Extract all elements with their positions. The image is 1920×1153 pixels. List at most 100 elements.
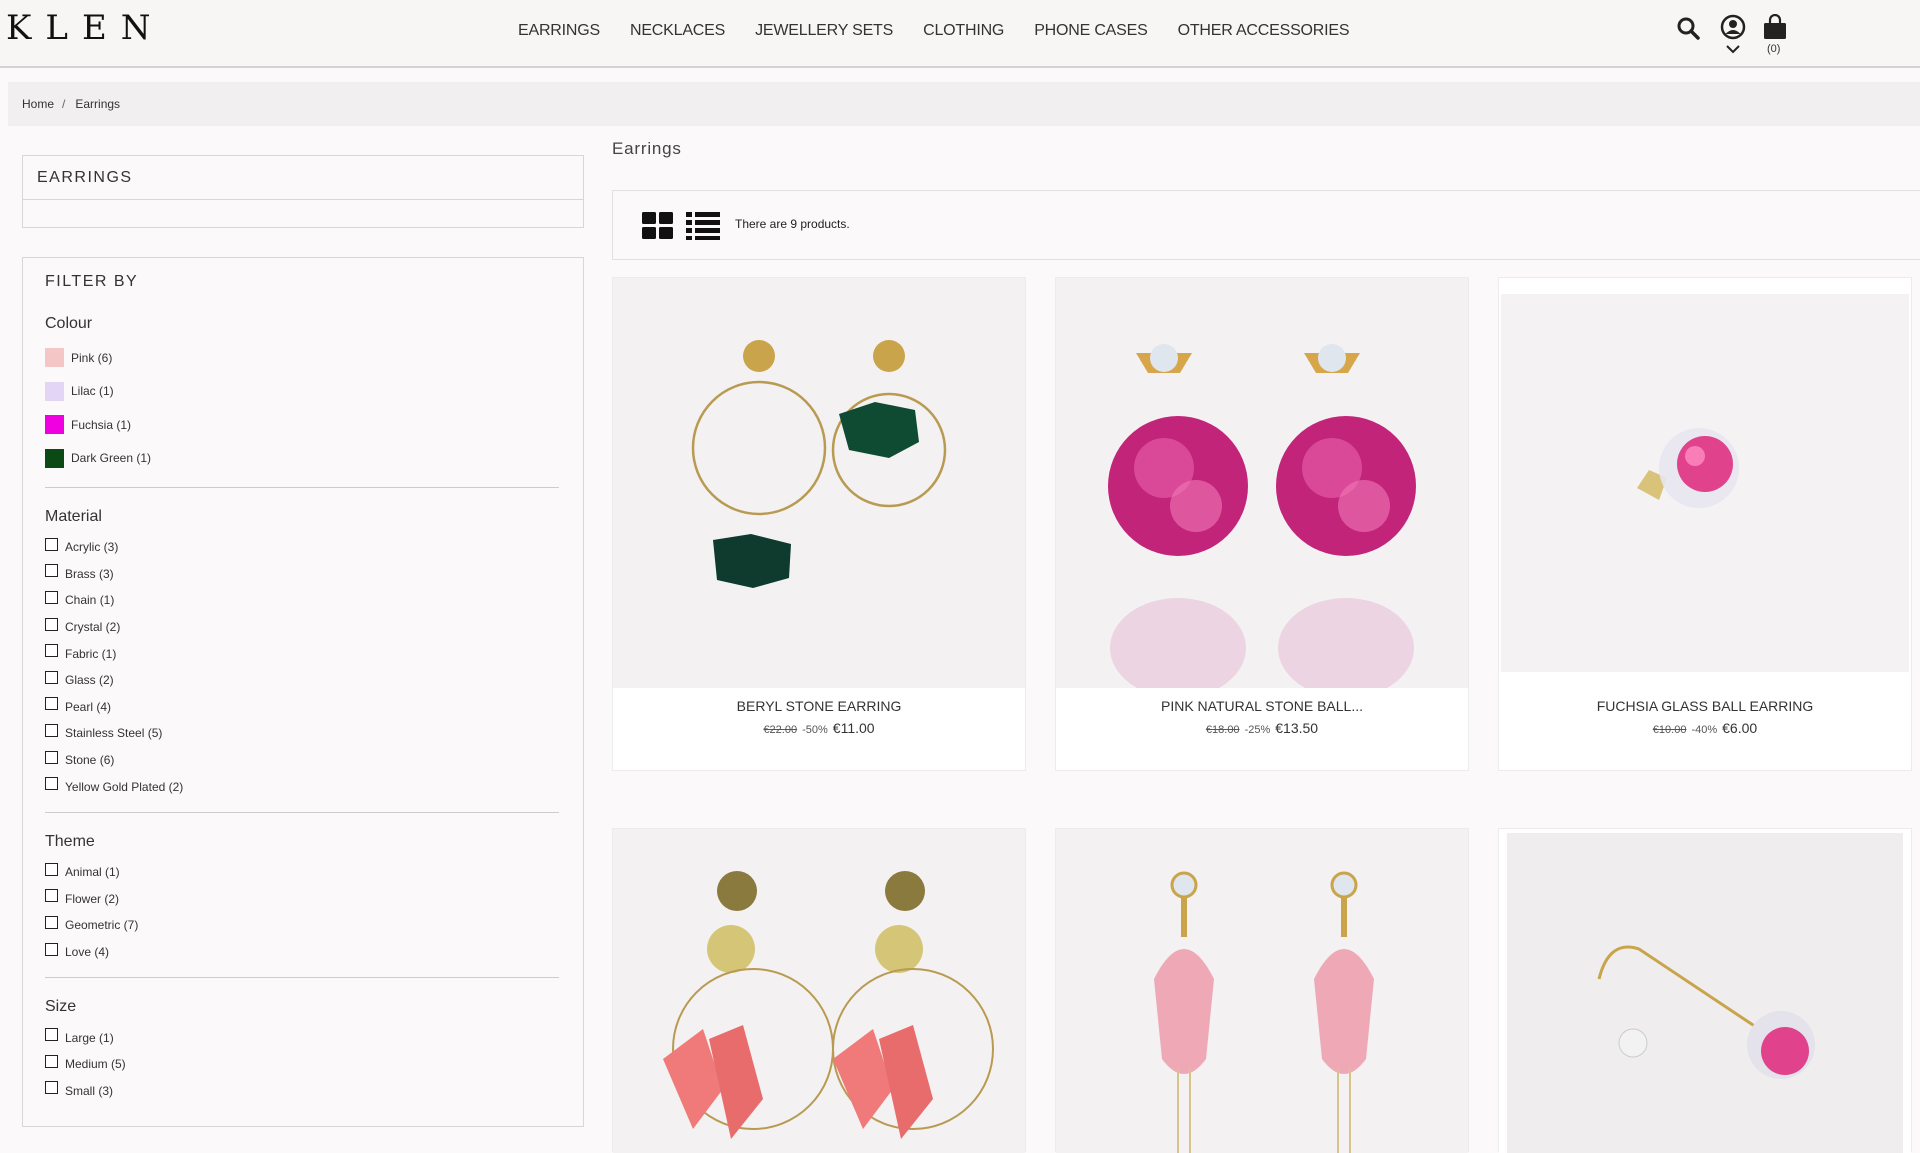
checkbox[interactable] — [45, 617, 58, 631]
material-option[interactable]: Chain (1) — [45, 587, 561, 614]
checkbox-label: Brass (3) — [65, 566, 114, 581]
product-name[interactable]: FUCHSIA GLASS BALL EARRING — [1503, 698, 1907, 714]
material-option[interactable]: Pearl (4) — [45, 694, 561, 721]
old-price: €18.00 — [1205, 724, 1240, 736]
checkbox-label: Small (3) — [65, 1083, 114, 1098]
product-info: FUCHSIA GLASS BALL EARRING €10.00 -40% €6.… — [1503, 688, 1907, 766]
product-info: PINK NATURAL STONE BALL... €18.00 -25% €13… — [1060, 688, 1464, 766]
product-image[interactable] — [1499, 829, 1911, 1153]
colour-option[interactable]: Dark Green (1) — [45, 442, 561, 476]
material-option[interactable]: Fabric (1) — [45, 640, 561, 667]
current-price: €11.00 — [832, 720, 875, 736]
breadcrumb-separator: / — [62, 97, 66, 111]
checkbox[interactable] — [45, 915, 58, 929]
search-icon[interactable] — [1676, 16, 1700, 40]
product-image[interactable] — [1056, 278, 1468, 688]
earring-image-icon — [613, 829, 1025, 1153]
product-card[interactable] — [612, 828, 1026, 1153]
checkbox[interactable] — [45, 564, 58, 578]
current-price: €13.50 — [1275, 720, 1319, 736]
earring-image-icon — [613, 278, 1025, 688]
size-option[interactable]: Medium (5) — [45, 1051, 561, 1078]
checkbox-label: Glass (2) — [65, 673, 114, 688]
colour-option[interactable]: Lilac (1) — [45, 375, 561, 409]
material-option[interactable]: Acrylic (3) — [45, 534, 561, 561]
page-title: Earrings — [612, 139, 682, 158]
colour-option[interactable]: Fuchsia (1) — [45, 408, 561, 442]
material-option[interactable]: Stone (6) — [45, 747, 561, 774]
size-option[interactable]: Small (3) — [45, 1078, 561, 1105]
grid-view-icon[interactable] — [641, 211, 675, 241]
product-card[interactable]: PINK NATURAL STONE BALL... €18.00 -25% €13… — [1055, 277, 1469, 771]
checkbox[interactable] — [45, 644, 58, 658]
theme-option[interactable]: Animal (1) — [45, 859, 561, 886]
checkbox[interactable] — [45, 889, 58, 903]
nav-clothing[interactable]: CLOTHING — [923, 22, 1004, 40]
colour-label: Fuchsia (1) — [71, 417, 132, 432]
account-icon[interactable] — [1720, 14, 1746, 40]
colour-option[interactable]: Pink (6) — [45, 341, 561, 375]
theme-option[interactable]: Geometric (7) — [45, 912, 561, 939]
cart-count: (0) — [1767, 43, 1781, 55]
checkbox[interactable] — [45, 1081, 58, 1095]
colour-swatch[interactable] — [45, 348, 64, 368]
category-title: EARRINGS — [23, 156, 583, 200]
checkbox-label: Fabric (1) — [65, 646, 117, 661]
checkbox-label: Geometric (7) — [65, 918, 139, 933]
colour-swatch[interactable] — [45, 415, 64, 435]
nav-earrings[interactable]: EARRINGS — [518, 22, 600, 40]
nav-phone-cases[interactable]: PHONE CASES — [1034, 22, 1148, 40]
product-name[interactable]: PINK NATURAL STONE BALL... — [1060, 698, 1464, 714]
divider — [45, 487, 559, 488]
product-card[interactable] — [1498, 828, 1912, 1153]
material-option[interactable]: Brass (3) — [45, 561, 561, 588]
size-option[interactable]: Large (1) — [45, 1024, 561, 1051]
material-option[interactable]: Yellow Gold Plated (2) — [45, 773, 561, 800]
list-view-icon[interactable] — [685, 211, 721, 241]
filter-panel: FILTER BY Colour Pink (6) Lilac (1) Fuch… — [22, 257, 584, 1127]
nav-other-accessories[interactable]: OTHER ACCESSORIES — [1178, 22, 1350, 40]
colour-label: Lilac (1) — [71, 384, 114, 399]
site-header: KLEN EARRINGS NECKLACES JEWELLERY SETS C… — [0, 0, 1920, 68]
checkbox-label: Flower (2) — [65, 891, 120, 906]
product-info: BERYL STONE EARRING €22.00 -50% €11.00 — [617, 688, 1021, 766]
colour-swatch[interactable] — [45, 448, 64, 468]
theme-option[interactable]: Love (4) — [45, 939, 561, 966]
breadcrumb: Home / Earrings — [8, 82, 1920, 126]
checkbox[interactable] — [45, 723, 58, 737]
site-logo[interactable]: KLEN — [6, 8, 165, 48]
checkbox[interactable] — [45, 1054, 58, 1068]
product-image[interactable] — [1499, 278, 1911, 688]
nav-necklaces[interactable]: NECKLACES — [630, 22, 725, 40]
product-card[interactable]: FUCHSIA GLASS BALL EARRING €10.00 -40% €6.… — [1498, 277, 1912, 771]
checkbox[interactable] — [45, 1028, 58, 1042]
checkbox-label: Love (4) — [65, 945, 110, 960]
earring-image-icon — [1499, 829, 1911, 1153]
product-image[interactable] — [1056, 829, 1468, 1153]
product-image[interactable] — [613, 829, 1025, 1153]
checkbox[interactable] — [45, 942, 58, 956]
checkbox[interactable] — [45, 862, 58, 876]
product-name[interactable]: BERYL STONE EARRING — [617, 698, 1021, 714]
breadcrumb-home[interactable]: Home — [22, 97, 54, 111]
chevron-down-icon[interactable] — [1726, 44, 1740, 54]
checkbox[interactable] — [45, 697, 58, 711]
product-image[interactable] — [613, 278, 1025, 688]
checkbox-label: Stainless Steel (5) — [65, 726, 163, 741]
material-option[interactable]: Glass (2) — [45, 667, 561, 694]
checkbox[interactable] — [45, 777, 58, 791]
material-option[interactable]: Crystal (2) — [45, 614, 561, 641]
material-option[interactable]: Stainless Steel (5) — [45, 720, 561, 747]
checkbox[interactable] — [45, 537, 58, 551]
theme-option[interactable]: Flower (2) — [45, 886, 561, 913]
cart-icon[interactable] — [1763, 14, 1787, 40]
checkbox[interactable] — [45, 670, 58, 684]
checkbox-label: Medium (5) — [65, 1057, 126, 1072]
earring-image-icon — [1056, 278, 1468, 688]
product-card[interactable] — [1055, 828, 1469, 1153]
nav-jewellery-sets[interactable]: JEWELLERY SETS — [755, 22, 893, 40]
checkbox[interactable] — [45, 590, 58, 604]
product-card[interactable]: BERYL STONE EARRING €22.00 -50% €11.00 — [612, 277, 1026, 771]
colour-swatch[interactable] — [45, 381, 64, 401]
checkbox[interactable] — [45, 750, 58, 764]
